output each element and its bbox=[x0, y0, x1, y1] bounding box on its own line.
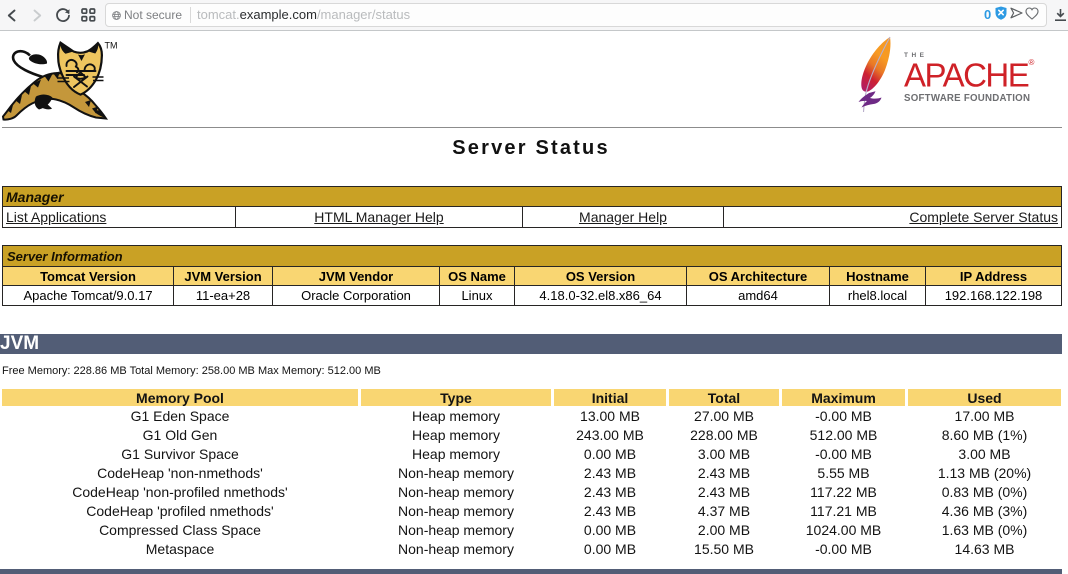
svg-text:APACHE: APACHE bbox=[904, 57, 1029, 94]
svg-text:®: ® bbox=[1029, 58, 1035, 67]
svg-text:TM: TM bbox=[105, 41, 118, 51]
svg-text:SOFTWARE FOUNDATION: SOFTWARE FOUNDATION bbox=[904, 93, 1030, 104]
